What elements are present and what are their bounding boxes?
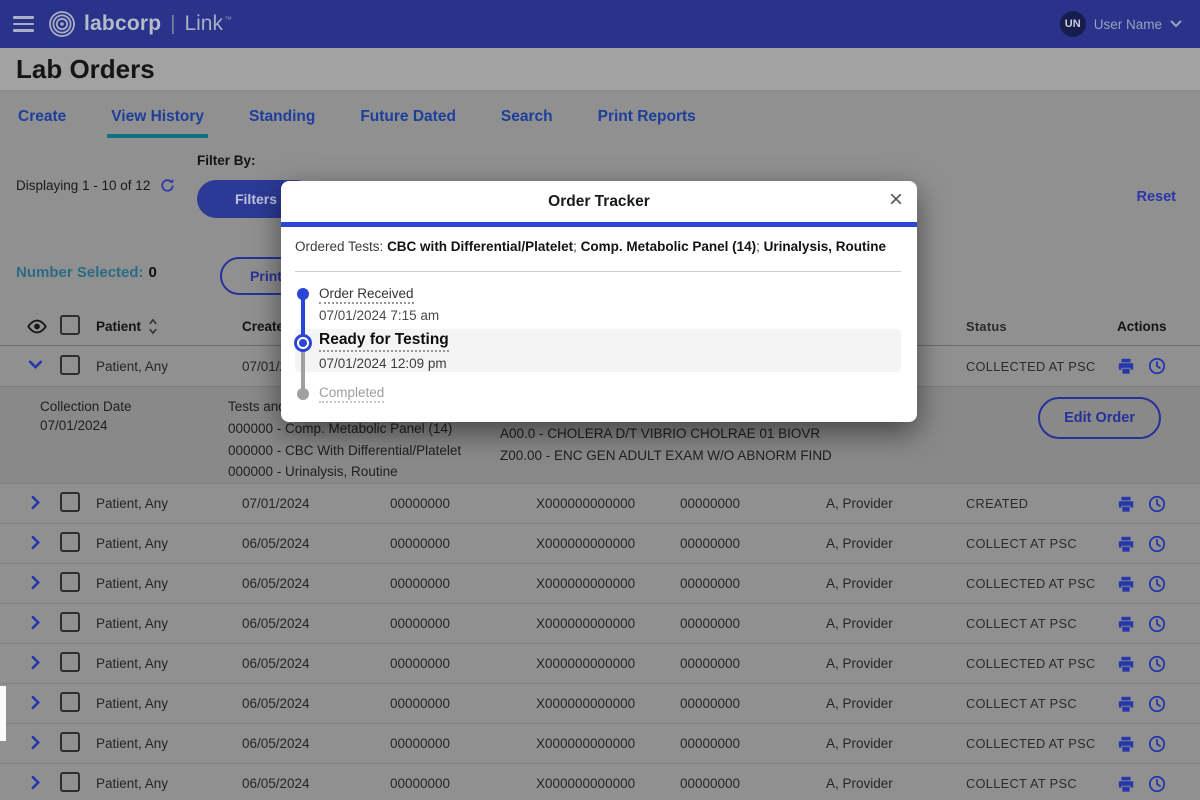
ordered-test: Urinalysis, Routine — [764, 239, 886, 254]
lab-orders-page: labcorp | Link™ UN User Name Lab Orders … — [0, 0, 1200, 800]
tracker-step-completed: Completed — [319, 385, 384, 403]
tracker-step-label[interactable]: Completed — [319, 385, 384, 403]
step-dot-complete — [297, 288, 309, 300]
tracker-step-ready-for-testing: Ready for Testing 07/01/2024 12:09 pm — [319, 331, 449, 371]
tracker-step-order-received: Order Received 07/01/2024 7:15 am — [319, 286, 439, 323]
order-tracker-modal: Order Tracker × Ordered Tests: CBC with … — [281, 181, 917, 422]
modal-divider — [295, 271, 901, 272]
ordered-tests-label: Ordered Tests: — [295, 239, 383, 254]
tracker-step-label[interactable]: Order Received — [319, 286, 414, 304]
modal-title: Order Tracker — [281, 193, 917, 211]
tracker-step-timestamp: 07/01/2024 7:15 am — [319, 308, 439, 323]
step-dot-current — [294, 334, 312, 352]
step-dot-pending — [297, 388, 309, 400]
ordered-tests-values: CBC with Differential/Platelet; Comp. Me… — [387, 239, 886, 254]
ordered-test: Comp. Metabolic Panel (14) — [581, 239, 757, 254]
left-edge-highlight — [0, 686, 6, 741]
tracker-step-label[interactable]: Ready for Testing — [319, 331, 449, 352]
modal-accent-bar — [281, 222, 917, 227]
close-icon[interactable]: × — [889, 186, 903, 215]
tracker-step-timestamp: 07/01/2024 12:09 pm — [319, 356, 449, 371]
ordered-test: CBC with Differential/Platelet — [387, 239, 573, 254]
ordered-tests-line: Ordered Tests: CBC with Differential/Pla… — [295, 239, 903, 254]
